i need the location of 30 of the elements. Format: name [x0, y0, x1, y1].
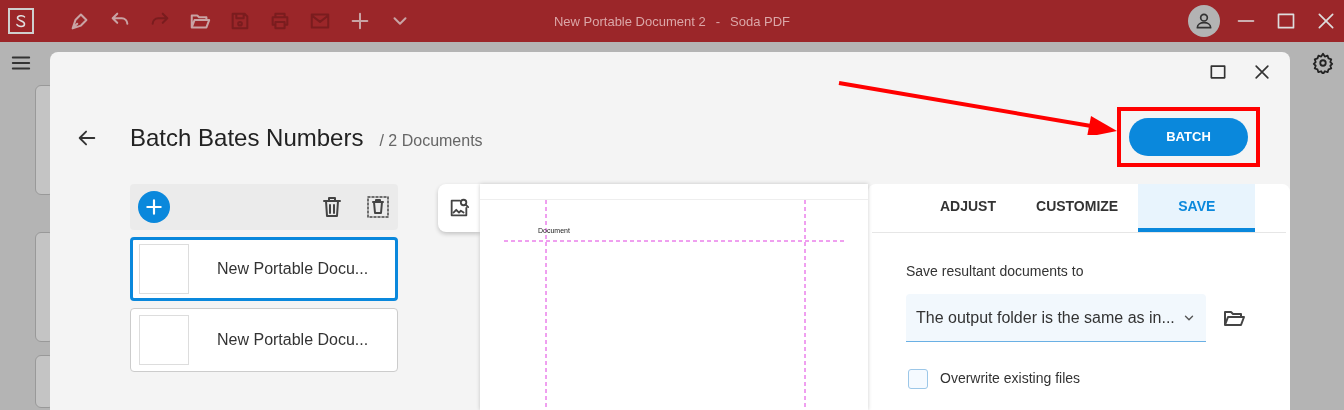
checkbox[interactable] [908, 368, 928, 389]
dialog-title: Batch Bates Numbers [130, 123, 364, 153]
document-count: / 2 Documents [379, 131, 483, 151]
zoom-tab[interactable] [438, 184, 480, 232]
plus-icon [144, 197, 164, 217]
checkbox-label: Overwrite existing files [940, 369, 1081, 388]
folder-dropdown[interactable]: The output folder is the same as in... [906, 294, 1206, 342]
user-avatar[interactable] [1188, 5, 1220, 37]
panel-tab[interactable]: ADJUST [920, 184, 1016, 232]
add-button[interactable] [138, 191, 170, 223]
plus-icon[interactable] [349, 10, 371, 32]
app-logo[interactable] [8, 8, 34, 34]
settings-icon[interactable] [1312, 52, 1334, 74]
title-separator: - [715, 14, 721, 29]
panel-tab[interactable]: CUSTOMIZE [1016, 184, 1139, 232]
page-thumbnail [139, 315, 189, 365]
delete-all-icon[interactable] [366, 195, 390, 219]
batch-button[interactable]: BATCH [1129, 118, 1248, 156]
close-icon[interactable] [1316, 11, 1336, 31]
app-name: Soda PDF [730, 14, 791, 29]
close-icon[interactable] [1252, 62, 1272, 82]
trash-icon[interactable] [320, 195, 344, 219]
image-search-icon [448, 197, 470, 219]
document-item[interactable]: New Portable Docu... [130, 308, 398, 372]
window-title: New Portable Document 2 [553, 14, 706, 29]
document-item[interactable]: New Portable Docu... [130, 237, 398, 301]
maximize-icon[interactable] [1208, 62, 1228, 82]
maximize-icon[interactable] [1276, 11, 1296, 31]
page-thumbnail [139, 244, 189, 294]
field-label: Save resultant documents to [906, 262, 1085, 281]
